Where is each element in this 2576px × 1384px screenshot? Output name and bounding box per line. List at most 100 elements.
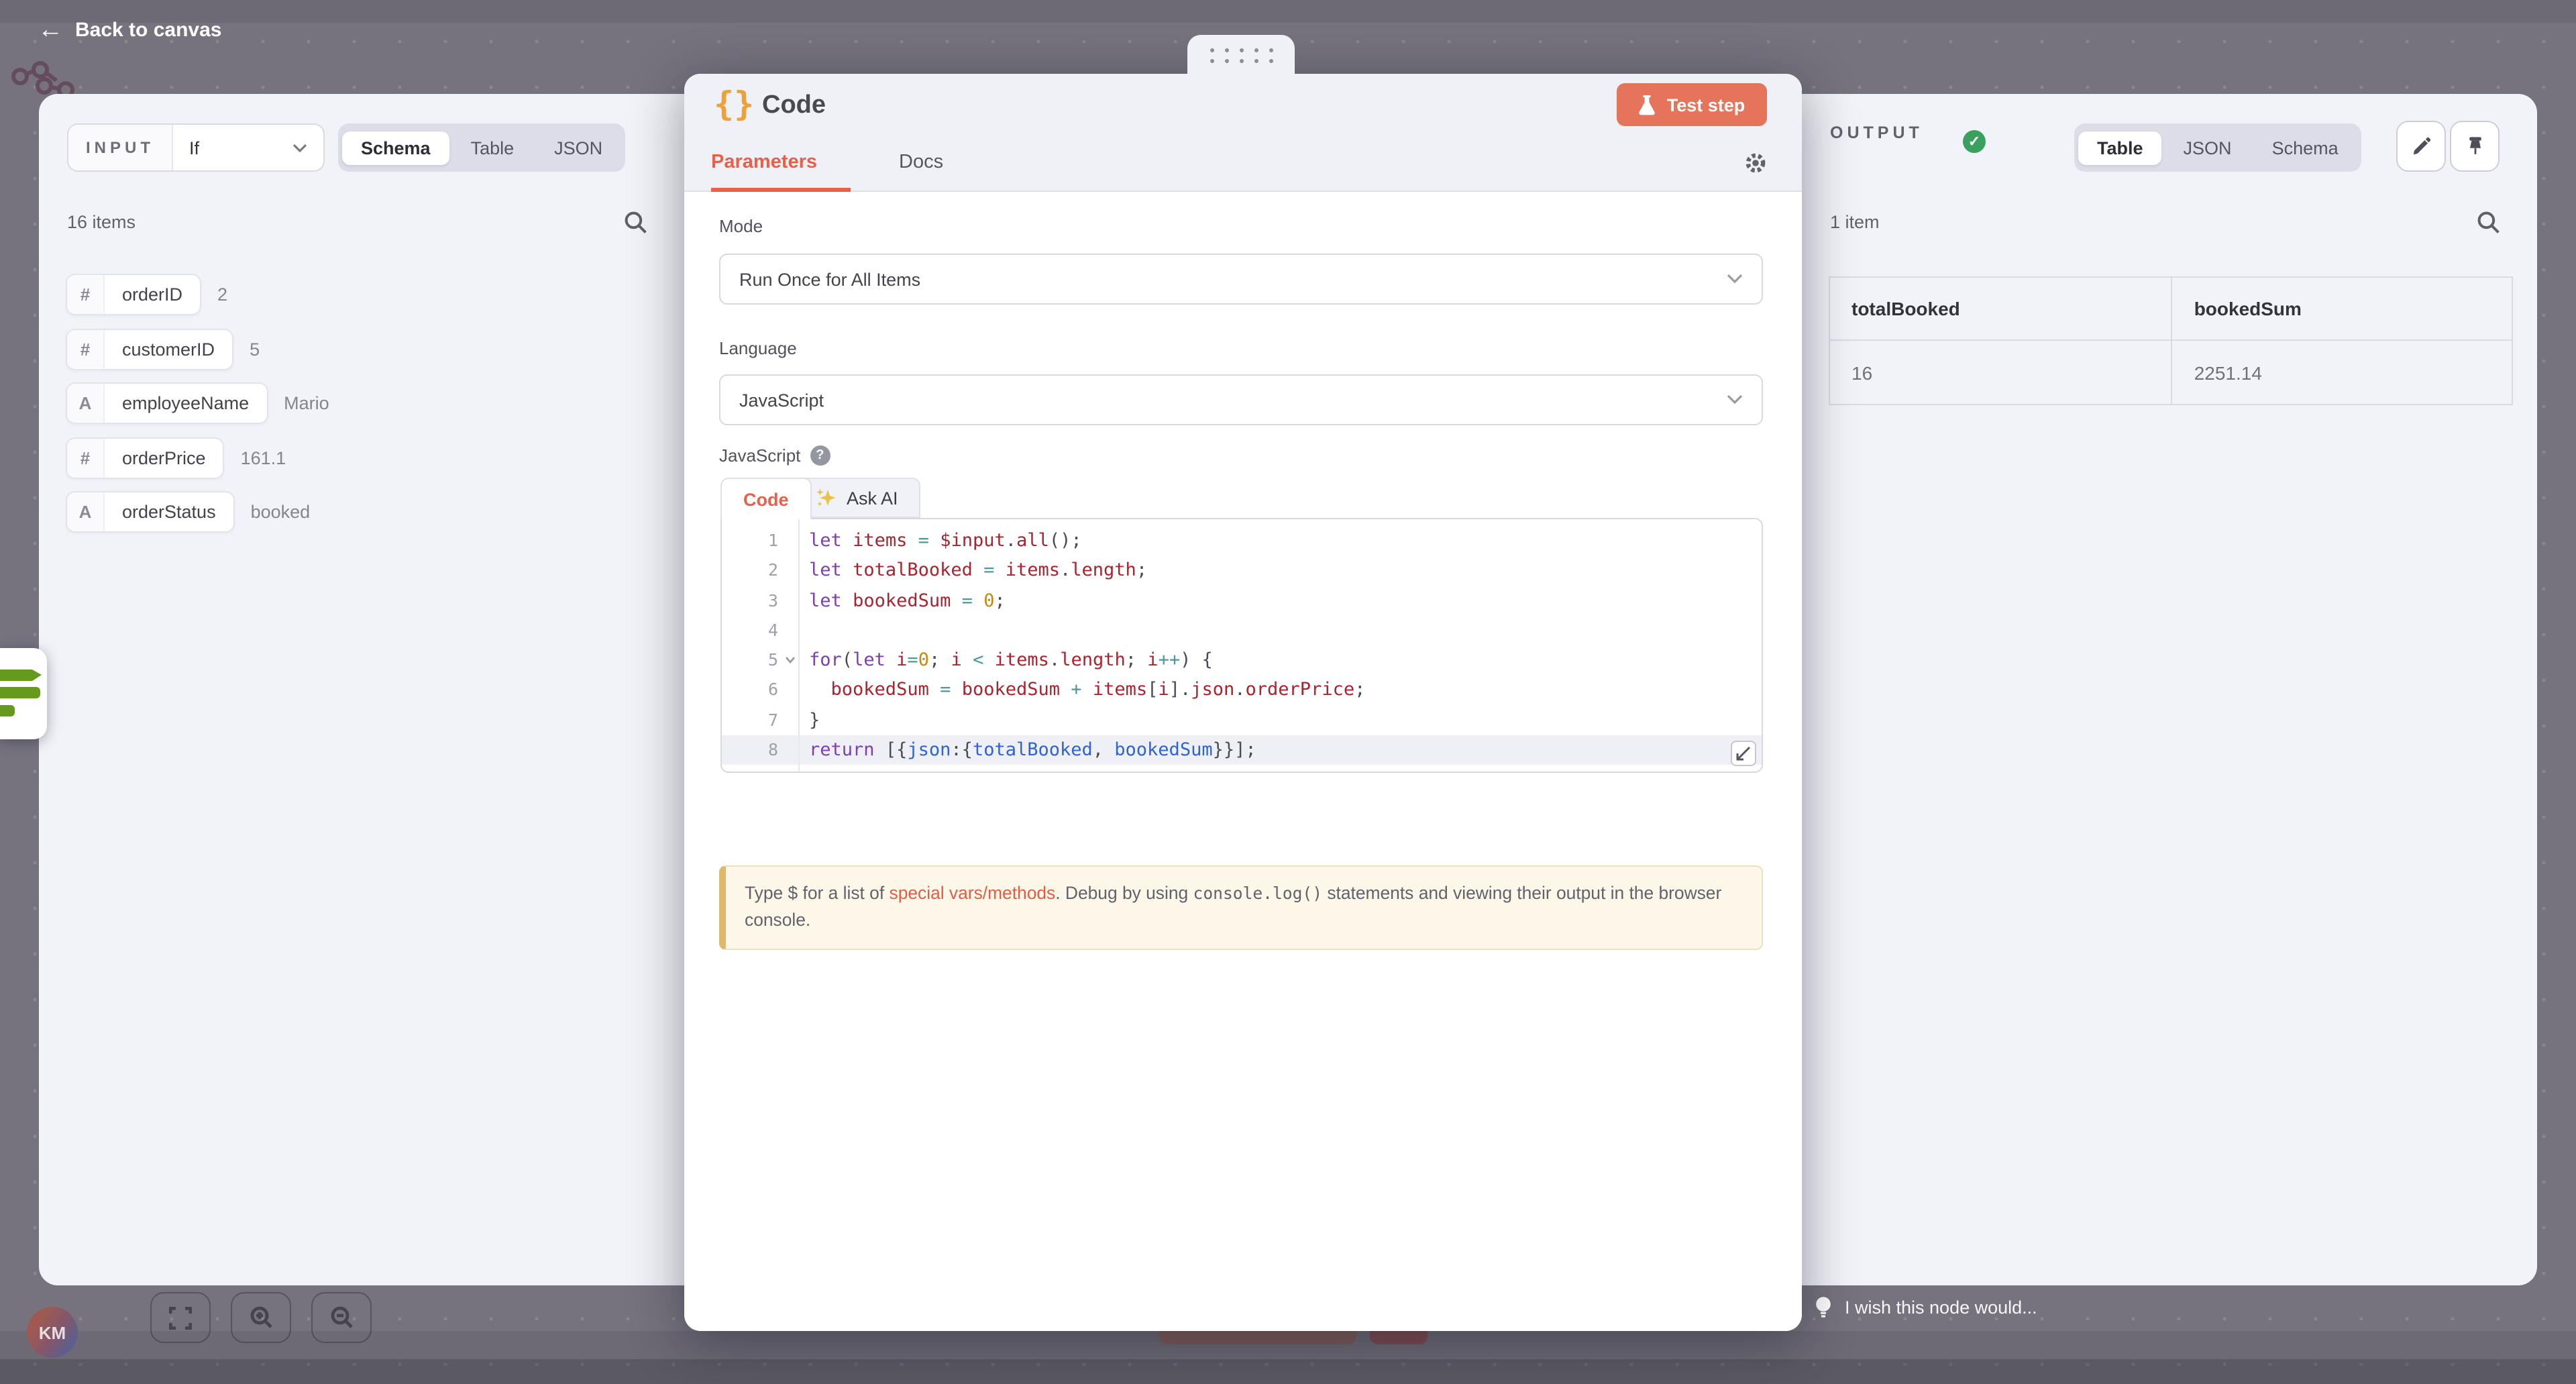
zoom-in-button <box>231 1292 291 1343</box>
mode-label: Mode <box>719 216 763 236</box>
edit-output-button[interactable] <box>2396 121 2446 172</box>
if-node-card[interactable] <box>0 648 47 739</box>
output-panel: OUTPUT ✓ Table JSON Schema 1 item totalB… <box>1802 94 2537 1285</box>
editor-label-row: JavaScript ? <box>719 445 830 466</box>
code-editor[interactable]: 12345678 let items = $input.all();let to… <box>720 518 1763 773</box>
mode-select[interactable]: Run Once for All Items <box>719 254 1763 305</box>
editor-code-line: } <box>800 706 1762 736</box>
tab-input-table[interactable]: Table <box>452 131 533 164</box>
mode-value: Run Once for All Items <box>739 269 920 289</box>
output-column-header: totalBooked <box>1829 277 2172 340</box>
tab-output-json[interactable]: JSON <box>2165 131 2251 164</box>
n8n-logo <box>8 46 86 97</box>
tab-docs[interactable]: Docs <box>899 152 943 173</box>
user-avatar: KM <box>27 1307 78 1358</box>
schema-field-row[interactable]: #orderID 2 <box>66 274 659 315</box>
gear-icon[interactable] <box>1743 150 1768 176</box>
schema-field-row[interactable]: #customerID 5 <box>66 328 659 370</box>
editor-line-number: 4 <box>722 616 798 646</box>
test-step-button[interactable]: Test step <box>1617 83 1767 126</box>
tab-input-schema[interactable]: Schema <box>342 131 449 164</box>
chevron-down-icon <box>1727 394 1743 405</box>
editor-hint-callout: Type $ for a list of special vars/method… <box>719 865 1763 950</box>
input-schema-fields: #orderID2#customerID5AemployeeNameMario#… <box>66 274 659 545</box>
if-node-icon <box>0 648 47 739</box>
pin-data-button[interactable] <box>2450 121 2500 172</box>
node-suggestion-button[interactable]: I wish this node would... <box>1814 1296 2037 1319</box>
zoom-out-icon <box>329 1306 354 1330</box>
schema-field-row[interactable]: AemployeeNameMario <box>66 382 659 424</box>
schema-field-row[interactable]: AorderStatusbooked <box>66 491 659 533</box>
modal-header: {} Code Test step Parameters Docs <box>684 74 1802 192</box>
field-value: 161.1 <box>241 447 286 468</box>
tab-input-json[interactable]: JSON <box>535 131 621 164</box>
code-node-icon: {} <box>714 85 754 123</box>
editor-line-number: 2 <box>722 556 798 586</box>
active-tab-underline <box>711 188 851 192</box>
field-value: Mario <box>284 393 329 413</box>
schema-field-pill: #orderID <box>66 274 201 315</box>
output-table-row: 162251.14 <box>1829 340 2512 405</box>
field-value: 2 <box>217 284 227 305</box>
back-to-canvas-label: Back to canvas <box>75 19 221 42</box>
editor-code-line: for(let i=0; i < items.length; i++) { <box>800 645 1762 676</box>
fold-chevron-icon[interactable] <box>785 656 796 664</box>
field-name: orderStatus <box>105 492 233 531</box>
input-search-icon[interactable] <box>624 211 648 235</box>
inline-code: console.log() <box>1193 884 1323 903</box>
test-step-label: Test step <box>1667 95 1746 115</box>
tab-output-table[interactable]: Table <box>2078 131 2162 164</box>
pencil-icon <box>2410 136 2432 157</box>
help-icon[interactable]: ? <box>810 445 830 466</box>
fit-view-icon <box>169 1306 192 1329</box>
editor-language-label: JavaScript <box>719 445 800 466</box>
editor-gutter: 12345678 <box>722 519 800 771</box>
schema-field-row[interactable]: #orderPrice161.1 <box>66 437 659 478</box>
editor-code-line: let items = $input.all(); <box>800 526 1762 556</box>
fit-view-button <box>150 1292 211 1343</box>
editor-askai-tab-label: Ask AI <box>847 488 898 508</box>
schema-field-pill: #customerID <box>66 328 233 370</box>
node-suggestion-label: I wish this node would... <box>1845 1297 2037 1318</box>
editor-line-number: 6 <box>722 676 798 706</box>
expand-editor-button[interactable] <box>1731 741 1756 766</box>
canvas-bottom-strip <box>0 1359 2576 1384</box>
editor-line-number: 7 <box>722 706 798 736</box>
editor-code-line: bookedSum = bookedSum + items[i].json.or… <box>800 676 1762 706</box>
input-source-select[interactable]: INPUT If <box>67 123 325 172</box>
output-table-header: totalBookedbookedSum <box>1829 277 2512 340</box>
node-details-modal: {} Code Test step Parameters Docs Mode <box>684 74 1802 1331</box>
input-view-tabs: Schema Table JSON <box>338 123 625 172</box>
output-view-tabs: Table JSON Schema <box>2074 123 2361 172</box>
editor-code-tab-label: Code <box>743 489 789 509</box>
hint-text: . Debug by using <box>1055 883 1193 903</box>
output-panel-title: OUTPUT <box>1830 123 1923 142</box>
pin-icon <box>2464 136 2485 157</box>
tab-editor-ask-ai[interactable]: Ask AI <box>793 478 921 518</box>
output-column-header: bookedSum <box>2172 277 2512 340</box>
language-select[interactable]: JavaScript <box>719 374 1763 425</box>
output-search-icon[interactable] <box>2477 211 2501 235</box>
tab-output-schema[interactable]: Schema <box>2253 131 2357 164</box>
modal-drag-handle[interactable] <box>1187 35 1295 75</box>
editor-line-number: 3 <box>722 586 798 616</box>
field-name: customerID <box>105 329 232 368</box>
output-table: totalBookedbookedSum 162251.14 <box>1829 276 2513 405</box>
field-value: 5 <box>250 339 260 359</box>
special-vars-link[interactable]: special vars/methods <box>890 883 1056 903</box>
editor-code-area: let items = $input.all();let totalBooked… <box>800 519 1762 771</box>
tab-parameters[interactable]: Parameters <box>711 152 817 173</box>
schema-field-pill: AorderStatus <box>66 491 235 533</box>
tab-editor-code[interactable]: Code <box>720 478 812 519</box>
lightbulb-icon <box>1814 1296 1833 1319</box>
language-label: Language <box>719 338 797 358</box>
field-name: employeeName <box>105 384 266 423</box>
editor-code-line: let bookedSum = 0; <box>800 586 1762 616</box>
field-name: orderPrice <box>105 438 223 477</box>
chevron-down-icon <box>292 143 307 152</box>
editor-line-number: 1 <box>722 526 798 556</box>
zoom-out-button <box>311 1292 372 1343</box>
hint-text: Type $ for a list of <box>745 883 890 903</box>
field-type-icon: # <box>67 275 105 314</box>
back-to-canvas-button[interactable]: ← Back to canvas <box>38 17 221 43</box>
